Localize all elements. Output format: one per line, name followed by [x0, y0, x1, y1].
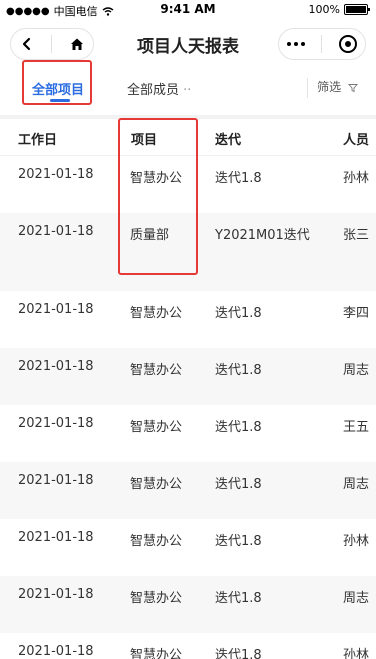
battery-icon [344, 4, 370, 15]
table-row[interactable]: 2021-01-18 智慧办公 迭代1.8 孙林 [0, 519, 376, 576]
close-miniprogram-icon[interactable] [338, 35, 357, 53]
cell-iteration: 迭代1.8 [215, 591, 262, 606]
cell-iteration: 迭代1.8 [215, 363, 262, 378]
cell-project: 智慧办公 [130, 306, 183, 321]
table-row[interactable]: 2021-01-18 智慧办公 迭代1.8 周志 [0, 348, 376, 405]
cell-person: 李四 [343, 306, 370, 321]
table-row[interactable]: 2021-01-18 智慧办公 迭代1.8 王五 [0, 405, 376, 462]
header-iteration: 迭代 [215, 133, 242, 148]
cell-person: 周志 [343, 363, 370, 378]
cell-date: 2021-01-18 [18, 359, 94, 374]
cell-iteration: Y2021M01迭代 [215, 228, 310, 243]
cell-iteration: 迭代1.8 [215, 420, 262, 435]
cell-person: 周志 [343, 477, 370, 492]
cell-person: 周志 [343, 591, 370, 606]
cell-date: 2021-01-18 [18, 473, 94, 488]
status-bar: ●●●●● 中国电信 9:41 AM 100% [0, 0, 376, 20]
cell-date: 2021-01-18 [18, 587, 94, 602]
cell-project: 智慧办公 [130, 477, 183, 492]
cell-iteration: 迭代1.8 [215, 171, 262, 186]
cell-iteration: 迭代1.8 [215, 306, 262, 321]
table-row[interactable]: 2021-01-18 智慧办公 迭代1.8 周志 [0, 462, 376, 519]
nav-capsule-right [278, 28, 366, 60]
filter-divider [307, 78, 308, 98]
cell-date: 2021-01-18 [18, 416, 94, 431]
cell-person: 孙林 [343, 171, 370, 186]
cell-person: 王五 [343, 420, 370, 435]
cell-date: 2021-01-18 [18, 644, 94, 659]
tab-all-members[interactable]: 全部成员 ·· [127, 79, 191, 98]
cell-date: 2021-01-18 [18, 167, 94, 182]
filter-button[interactable]: 筛选 [317, 78, 358, 95]
cell-person: 孙林 [343, 534, 370, 549]
filter-funnel-icon [348, 83, 358, 92]
table-row[interactable]: 2021-01-18 智慧办公 迭代1.8 周志 [0, 576, 376, 633]
cell-project: 智慧办公 [130, 363, 183, 378]
header-workday: 工作日 [18, 133, 58, 148]
header-person: 人员 [343, 133, 370, 148]
table-row[interactable]: 2021-01-18 智慧办公 迭代1.8 孙林 [0, 633, 376, 659]
cell-person: 张三 [343, 228, 370, 243]
cell-date: 2021-01-18 [18, 302, 94, 317]
cell-person: 孙林 [343, 648, 370, 659]
cell-project: 智慧办公 [130, 591, 183, 606]
highlight-box-tab [22, 60, 92, 105]
status-right: 100% [308, 3, 370, 16]
dropdown-ellipsis-icon: ·· [179, 83, 192, 98]
capsule-divider [321, 35, 323, 53]
cell-project: 智慧办公 [130, 420, 183, 435]
battery-percent: 100% [308, 3, 340, 16]
cell-iteration: 迭代1.8 [215, 648, 262, 659]
highlight-box-project-column [118, 118, 198, 275]
tab-all-members-label: 全部成员 [127, 83, 180, 98]
cell-iteration: 迭代1.8 [215, 534, 262, 549]
cell-iteration: 迭代1.8 [215, 477, 262, 492]
cell-date: 2021-01-18 [18, 530, 94, 545]
cell-project: 智慧办公 [130, 534, 183, 549]
filter-label: 筛选 [317, 80, 342, 94]
table-row[interactable]: 2021-01-18 智慧办公 迭代1.8 李四 [0, 291, 376, 348]
cell-date: 2021-01-18 [18, 224, 94, 239]
cell-project: 智慧办公 [130, 648, 183, 659]
more-icon[interactable] [287, 42, 306, 46]
